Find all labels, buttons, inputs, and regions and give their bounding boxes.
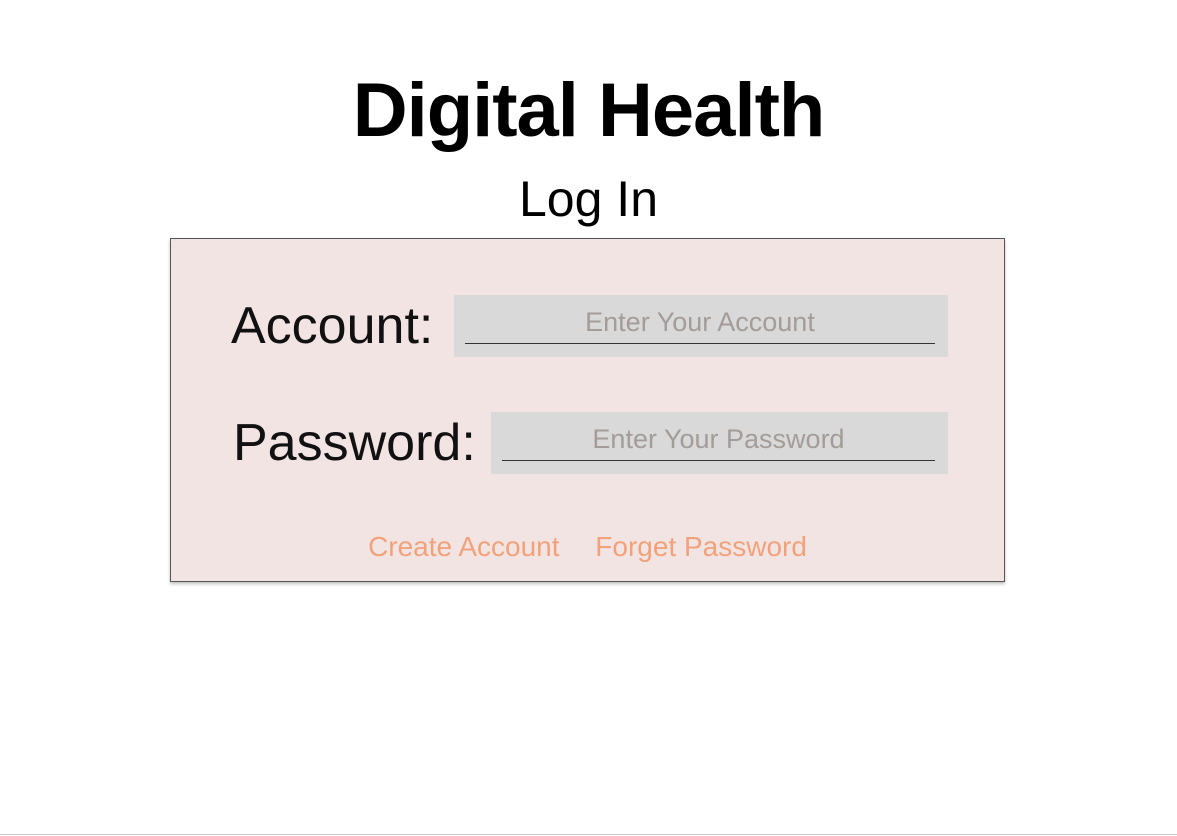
page-subtitle: Log In — [518, 171, 658, 227]
app-title: Digital Health — [352, 68, 826, 153]
account-field-box — [454, 295, 948, 357]
password-field-box — [491, 412, 948, 474]
password-label: Password: — [233, 414, 476, 472]
account-label: Account: — [231, 297, 434, 355]
password-input[interactable] — [502, 418, 935, 461]
create-account-link[interactable]: Create Account — [368, 531, 559, 562]
auth-links: Create Account Forget Password — [171, 529, 1004, 565]
forget-password-link[interactable]: Forget Password — [595, 531, 807, 562]
login-panel: Account: Password: Create Account Forget… — [170, 238, 1005, 582]
page-divider — [0, 834, 1177, 835]
account-input[interactable] — [465, 301, 935, 344]
